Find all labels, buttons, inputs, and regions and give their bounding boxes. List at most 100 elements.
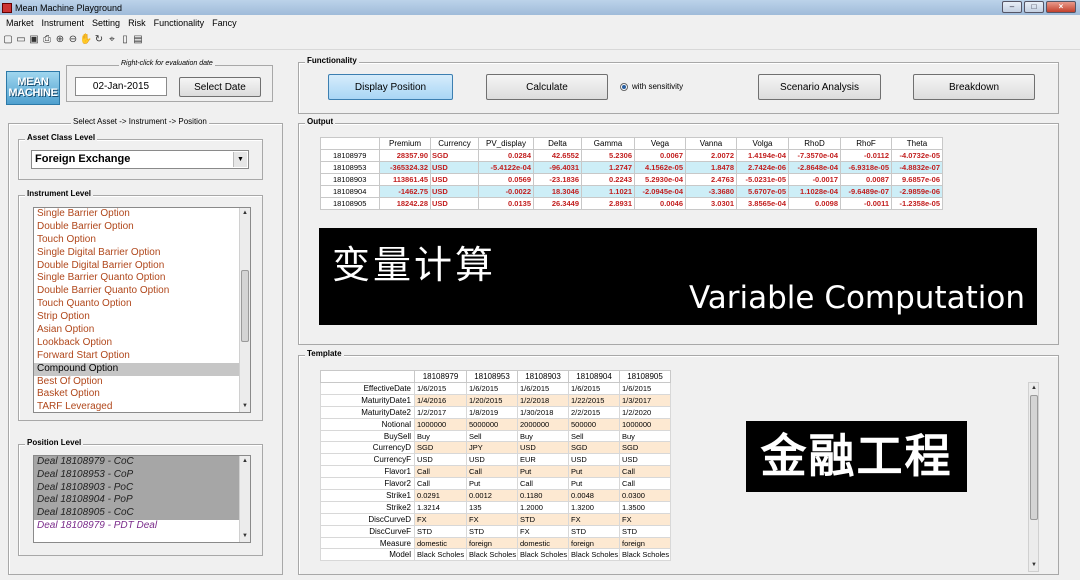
scroll-thumb[interactable] <box>241 270 249 342</box>
template-cell: Sell <box>466 429 518 443</box>
instrument-item[interactable]: Asian Option <box>34 324 250 337</box>
maximize-button[interactable]: □ <box>1024 1 1044 13</box>
output-cell: -0.0017 <box>788 173 841 186</box>
new-file-icon[interactable]: ▢ <box>2 34 14 46</box>
template-cell: 1000000 <box>414 417 467 431</box>
instrument-item[interactable]: Double Barrier Quanto Option <box>34 285 250 298</box>
minimize-button[interactable]: – <box>1002 1 1022 13</box>
menu-risk[interactable]: Risk <box>124 18 150 28</box>
menu-instrument[interactable]: Instrument <box>38 18 89 28</box>
pan-icon[interactable]: ✋ <box>80 34 92 46</box>
template-cell: STD <box>619 524 671 538</box>
output-col-header: Theta <box>891 137 943 150</box>
menu-functionality[interactable]: Functionality <box>150 18 209 28</box>
template-cell: FX <box>414 512 467 526</box>
logo-line2: MACHINE <box>8 87 58 99</box>
evaluation-date-hint: Right-click for evaluation date <box>119 60 215 67</box>
scroll-thumb[interactable] <box>1030 395 1038 520</box>
template-row: Strike2 1.3214 135 1.2000 1.3200 1.3500 <box>320 500 671 514</box>
output-cell: 3.0301 <box>685 197 737 210</box>
position-item[interactable]: Deal 18108953 - CoP <box>34 468 250 482</box>
scroll-up-icon[interactable]: ▲ <box>1029 383 1039 394</box>
legend-icon[interactable]: ▤ <box>132 34 144 46</box>
instrument-item[interactable]: Strip Option <box>34 311 250 324</box>
instrument-item[interactable]: Single Barrier Option <box>34 208 250 221</box>
zoom-out-icon[interactable]: ⊖ <box>67 34 79 46</box>
scroll-down-icon[interactable]: ▼ <box>240 401 250 412</box>
template-scrollbar[interactable]: ▲ ▼ <box>1028 382 1039 572</box>
display-position-button[interactable]: Display Position <box>328 74 453 100</box>
close-button[interactable]: × <box>1046 1 1076 13</box>
output-cell: 2.7424e-06 <box>736 161 789 174</box>
menu-fancy[interactable]: Fancy <box>208 18 241 28</box>
instrument-item[interactable]: Touch Quanto Option <box>34 298 250 311</box>
instrument-item[interactable]: Touch Option <box>34 234 250 247</box>
template-cell: USD <box>568 453 620 467</box>
instrument-item[interactable]: Basket Option <box>34 388 250 401</box>
print-icon[interactable]: ⎙ <box>41 34 53 46</box>
template-row: Measure domestic foreign domestic foreign for… <box>320 536 671 550</box>
template-cell: SGD <box>414 441 467 455</box>
colorbar-icon[interactable]: ▯ <box>119 34 131 46</box>
instrument-item[interactable]: Best Of Option <box>34 376 250 389</box>
chevron-down-icon[interactable]: ▼ <box>233 152 247 167</box>
template-cell: 1/6/2015 <box>619 382 671 395</box>
output-cell: 0.0067 <box>634 149 686 162</box>
instrument-item[interactable]: Double Barrier Option <box>34 221 250 234</box>
calculate-button[interactable]: Calculate <box>486 74 608 100</box>
position-item[interactable]: Deal 18108905 - CoC <box>34 507 250 520</box>
scenario-analysis-button[interactable]: Scenario Analysis <box>758 74 881 100</box>
position-item[interactable]: Deal 18108904 - PoP <box>34 494 250 508</box>
output-cell: -0.0011 <box>840 197 892 210</box>
scroll-up-icon[interactable]: ▲ <box>240 456 250 467</box>
template-cell: STD <box>568 524 620 538</box>
asset-class-dropdown[interactable]: Foreign Exchange ▼ <box>31 150 249 169</box>
with-sensitivity-radio[interactable]: with sensitivity <box>620 82 683 91</box>
select-date-button[interactable]: Select Date <box>179 77 261 97</box>
save-icon[interactable]: ▣ <box>28 34 40 46</box>
template-row-header: DiscCurveF <box>320 524 415 538</box>
template-cell: Black Scholes <box>568 548 620 562</box>
scroll-down-icon[interactable]: ▼ <box>240 531 250 542</box>
position-item[interactable]: Deal 18108979 - CoC <box>34 456 250 469</box>
template-cell: foreign <box>466 536 518 550</box>
instrument-item-selected[interactable]: Compound Option <box>34 362 250 376</box>
template-cell: USD <box>414 453 467 467</box>
instrument-item[interactable]: Single Digital Barrier Option <box>34 247 250 260</box>
output-cell: -0.0022 <box>478 185 534 198</box>
template-cell: 135 <box>466 500 518 514</box>
template-cell: Call <box>414 477 467 491</box>
position-item[interactable]: Deal 18108979 - PDT Deal <box>34 519 250 533</box>
title-bar: Mean Machine Playground – □ × <box>0 0 1080 15</box>
instrument-item[interactable]: Double Digital Barrier Option <box>34 260 250 273</box>
position-listbox[interactable]: Deal 18108979 - CoC Deal 18108953 - CoP … <box>33 455 251 543</box>
position-title: Position Level <box>25 438 84 447</box>
output-cell: 0.0046 <box>634 197 686 210</box>
instrument-item[interactable]: Single Barrier Quanto Option <box>34 272 250 285</box>
open-folder-icon[interactable]: ▭ <box>15 34 27 46</box>
radio-icon[interactable] <box>620 82 628 91</box>
evaluation-date-field[interactable]: 02-Jan-2015 <box>75 77 167 96</box>
output-row: 18108903 113861.45 USD 0.0569 -23.1836 0… <box>320 173 943 186</box>
instrument-item[interactable]: TARF Leveraged <box>34 401 250 412</box>
template-cell: STD <box>414 524 467 538</box>
output-cell: -6.9318e-05 <box>840 161 892 174</box>
output-cell: 5.2306 <box>581 149 635 162</box>
position-scrollbar[interactable]: ▲ ▼ <box>239 456 250 542</box>
position-item[interactable]: Deal 18108903 - PoC <box>34 481 250 495</box>
output-row-header: 18108903 <box>320 173 380 186</box>
breakdown-button[interactable]: Breakdown <box>913 74 1035 100</box>
rotate-icon[interactable]: ↻ <box>93 34 105 46</box>
zoom-in-icon[interactable]: ⊕ <box>54 34 66 46</box>
menu-setting[interactable]: Setting <box>88 18 124 28</box>
instrument-scrollbar[interactable]: ▲ ▼ <box>239 208 250 412</box>
data-cursor-icon[interactable]: ⌖ <box>106 34 118 46</box>
instrument-item[interactable]: Forward Start Option <box>34 350 250 363</box>
instrument-item[interactable]: Lookback Option <box>34 337 250 350</box>
scroll-down-icon[interactable]: ▼ <box>1029 560 1039 571</box>
evaluation-date-group: Right-click for evaluation date 02-Jan-2… <box>66 60 273 102</box>
instrument-listbox[interactable]: Single Barrier Option Double Barrier Opt… <box>33 207 251 413</box>
menu-market[interactable]: Market <box>2 18 38 28</box>
scroll-up-icon[interactable]: ▲ <box>240 208 250 219</box>
output-cell: 0.0087 <box>840 173 892 186</box>
